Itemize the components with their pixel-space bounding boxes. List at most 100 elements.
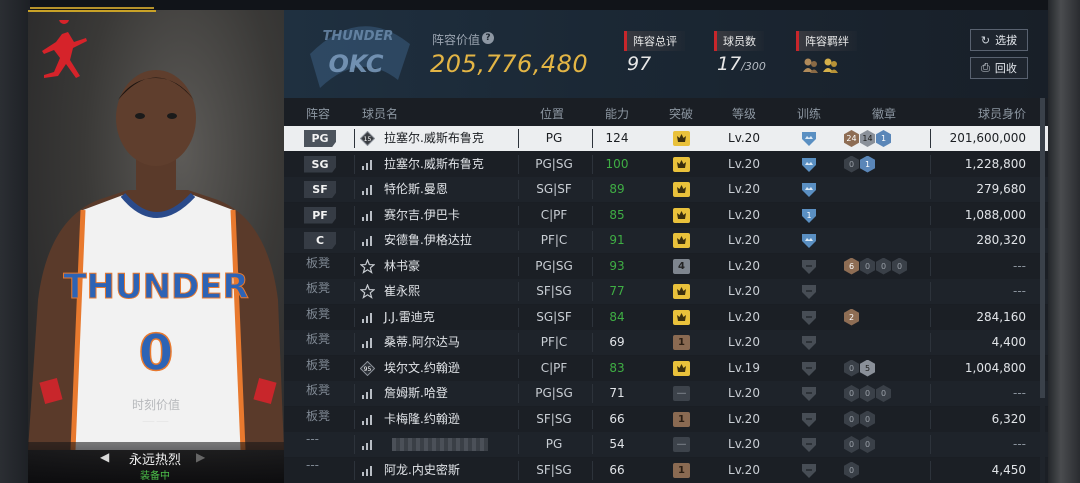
- col-position[interactable]: 位置: [540, 105, 564, 122]
- player-count-max: /300: [741, 60, 766, 73]
- badge-medal-icon: 0: [844, 359, 859, 377]
- player-level: Lv.20: [728, 233, 760, 247]
- breakthrough-crown-icon: 4: [673, 258, 690, 274]
- badge-medal-icon: 0: [844, 410, 859, 428]
- table-row[interactable]: --- PG 54 — Lv.20 0 0 ---: [284, 432, 1048, 457]
- scrollbar-thumb[interactable]: [1040, 98, 1045, 398]
- player-ability: 54: [609, 437, 625, 451]
- column-divider: [354, 333, 355, 352]
- player-name: 阿龙.内史密斯: [384, 462, 460, 477]
- player-ability: 66: [609, 462, 625, 477]
- col-ability[interactable]: 能力: [605, 105, 629, 122]
- table-row[interactable]: 板凳 95 埃尔文.约翰逊 C|PF 83 Lv.19 0 5 1,004,800: [284, 355, 1048, 381]
- col-level[interactable]: 等级: [732, 105, 756, 122]
- col-badges[interactable]: 徽章: [872, 105, 896, 122]
- table-row[interactable]: 板凳 崔永熙 SF|SG 77 Lv.20 ---: [284, 279, 1048, 304]
- table-row[interactable]: SG 拉塞尔.威斯布鲁克 PG|SG 100 Lv.20 0 1 1,228,800: [284, 151, 1048, 177]
- bench-label: 板凳: [306, 357, 331, 372]
- badge-medal-icon: 0: [844, 436, 859, 453]
- col-lineup[interactable]: 阵容: [306, 105, 330, 122]
- table-row[interactable]: 板凳 桑蒂.阿尔达马 PF|C 69 1 Lv.20 4,400: [284, 330, 1048, 355]
- right-background: [1048, 0, 1080, 483]
- training-shield-icon: [802, 157, 816, 172]
- table-row[interactable]: --- 阿龙.内史密斯 SF|SG 66 1 Lv.20 0 4,450: [284, 457, 1048, 483]
- player-count-value: 17/300: [717, 53, 766, 75]
- bench-label: ---: [306, 432, 319, 446]
- badge-medals: 05: [844, 359, 875, 377]
- badge-medal-icon: 0: [876, 257, 891, 275]
- training-shield-icon: [802, 387, 816, 401]
- col-value[interactable]: 球员身价: [978, 105, 1026, 122]
- player-position: SG|SF: [536, 182, 572, 196]
- column-divider: [518, 180, 519, 199]
- table-row[interactable]: PF 赛尔吉.伊巴卡 C|PF 85 Lv.20 1 1,088,000: [284, 202, 1048, 228]
- column-divider: [592, 154, 593, 174]
- player-card[interactable]: THUNDER 0 时刻价值 —— ◀ 永远热烈 装备中 ▶: [28, 10, 284, 483]
- player-count-label: 球员数: [714, 31, 764, 51]
- training-shield-icon: [802, 336, 816, 350]
- lineup-slot-badge: PG: [304, 130, 336, 147]
- table-row[interactable]: 板凳 卡梅隆.约翰逊 SF|SG 66 1 Lv.20 0 0 6,320: [284, 406, 1048, 432]
- player-position: PF|C: [540, 233, 568, 247]
- training-shield-icon: [802, 361, 816, 376]
- help-icon[interactable]: ?: [482, 32, 494, 44]
- bench-label: 板凳: [306, 306, 331, 321]
- rank-icon: 15: [360, 131, 375, 146]
- col-name[interactable]: 球员名: [362, 105, 398, 122]
- player-ability: 124: [605, 131, 629, 145]
- table-row[interactable]: SF 特伦斯.曼恩 SG|SF 89 Lv.20 279,680: [284, 177, 1048, 202]
- column-divider: [518, 307, 519, 327]
- player-level: Lv.19: [728, 360, 760, 375]
- column-divider: [518, 384, 519, 403]
- select-button[interactable]: ↻ 选拔: [970, 29, 1028, 51]
- badge-medals: 0: [844, 461, 859, 479]
- signal-bars-icon: [362, 312, 372, 323]
- col-breakthrough[interactable]: 突破: [669, 105, 693, 122]
- triangle-right-icon[interactable]: ▶: [196, 450, 208, 464]
- column-divider: [930, 409, 931, 429]
- breakthrough-crown-icon: [673, 233, 690, 248]
- player-position: PG|SG: [535, 258, 573, 273]
- lineup-chemistry[interactable]: 阵容羁绊: [796, 30, 857, 73]
- column-divider: [592, 129, 593, 148]
- signal-bars-icon: [362, 338, 372, 348]
- player-ability: 100: [605, 156, 629, 171]
- table-row[interactable]: PG 15 拉塞尔.威斯布鲁克 PG 124 Lv.20 24 14 1 201,600,000: [284, 126, 1048, 151]
- training-shield-icon: [802, 463, 816, 478]
- player-name: 拉塞尔.威斯布鲁克: [384, 156, 484, 171]
- lineup-header: THUNDER OKC 阵容价值 ? 205,776,480 阵容总评 97 球…: [284, 10, 1048, 98]
- training-shield-icon: 1: [802, 208, 816, 223]
- svg-text:THUNDER: THUNDER: [323, 29, 394, 44]
- player-position: SF|SG: [536, 411, 572, 426]
- top-bar: [0, 0, 1048, 10]
- player-ability: 91: [609, 233, 625, 247]
- badge-medal-icon: 2: [844, 308, 859, 326]
- badge-medal-icon: 14: [860, 130, 875, 147]
- player-name: 拉塞尔.威斯布鲁克: [384, 131, 484, 145]
- column-divider: [518, 282, 519, 301]
- player-ability: 69: [609, 335, 625, 349]
- signal-bars-icon: [362, 389, 372, 399]
- player-level: Lv.20: [728, 437, 760, 451]
- table-row[interactable]: 板凳 詹姆斯.哈登 PG|SG 71 — Lv.20 0 0 0 ---: [284, 381, 1048, 406]
- recycle-button[interactable]: ⎙ 回收: [970, 57, 1028, 79]
- player-value: 1,228,800: [964, 156, 1026, 171]
- player-level: Lv.20: [728, 156, 760, 171]
- column-divider: [354, 256, 355, 276]
- table-row[interactable]: C 安德鲁.伊格达拉 PF|C 91 Lv.20 280,320: [284, 228, 1048, 253]
- lineup-chemistry-label: 阵容羁绊: [796, 31, 857, 51]
- column-divider: [592, 282, 593, 301]
- breakthrough-crown-icon: [673, 284, 690, 299]
- triangle-left-icon[interactable]: ◀: [100, 450, 112, 464]
- player-ability: 77: [609, 284, 625, 298]
- column-divider: [354, 460, 355, 480]
- player-position: PG: [545, 437, 563, 451]
- col-training[interactable]: 训练: [797, 105, 821, 122]
- table-row[interactable]: 板凳 J.J.雷迪克 SG|SF 84 Lv.20 2 284,160: [284, 304, 1048, 330]
- table-row[interactable]: 板凳 林书豪 PG|SG 93 4 Lv.20 6 0 0 0 ---: [284, 253, 1048, 279]
- column-divider: [518, 460, 519, 480]
- breakthrough-crown-icon: 1: [673, 335, 690, 350]
- player-ability: 66: [609, 411, 625, 426]
- training-shield-icon: [802, 285, 816, 299]
- column-divider: [592, 333, 593, 352]
